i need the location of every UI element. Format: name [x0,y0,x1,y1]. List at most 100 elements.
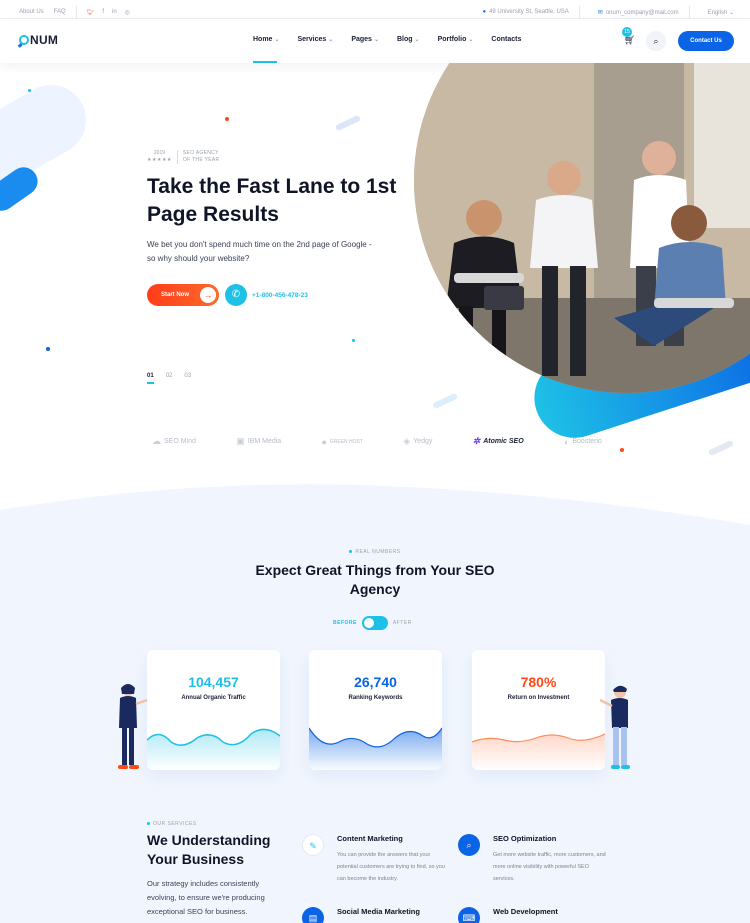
start-now-label: Start Now [161,292,190,298]
contact-us-button[interactable]: Contact Us [678,31,734,51]
client-logo: ▣ IBM Media [236,436,281,447]
instagram-icon[interactable]: ◎ [125,9,130,16]
decor-dot [46,347,50,351]
phone-icon[interactable]: ✆ [225,284,247,306]
address-text: 49 University St, Seattle, USA [489,9,569,15]
hero-photo-frame [414,63,750,403]
nav-label: Home [253,36,273,43]
decor-streak [707,439,735,457]
content-marketing-icon: ✎ [302,834,324,856]
cart-button[interactable]: 🛒︎ 15 [622,27,642,49]
email-item[interactable]: ✉ onum_company@mail.com [598,9,679,16]
cloud-logo-icon: ☁ [152,436,161,446]
divider [176,150,178,164]
search-button[interactable]: ⌕ [646,31,666,51]
client-logo-name: SEO Mind [164,438,196,445]
nav-label: Blog [396,36,413,43]
search-icon: ⌕ [653,36,659,46]
chevron-down-icon: ⌄ [328,37,334,43]
stat-value: 780% [520,674,557,690]
main-nav: Home ⌄ Services ⌄ Pages ⌄ Blog ⌄ Portfolio ⌄ … [253,36,539,63]
hero-title: Take the Fast Lane to 1st Page Results [147,175,397,226]
nav-item-pages[interactable]: Pages ⌄ [351,36,379,43]
client-logo: ● GREEN HOST [321,436,363,447]
services-eyebrow: OUR SERVICES [147,821,197,827]
atom-logo-icon: ✲ [472,436,481,446]
service-item-seo-optimization[interactable]: ⌕ SEO Optimization Get more website traf… [458,834,608,889]
language-select[interactable]: English ⌄ [708,9,734,16]
logo-text: NUM [30,33,59,47]
square-logo-icon: ▣ [236,436,245,446]
decor-streak [334,114,362,132]
top-link-faq[interactable]: FAQ [54,9,66,15]
start-now-button[interactable]: Start Now → [147,284,219,306]
team-photo-illustration [414,63,750,393]
service-description: You can provide the answers that your po… [337,852,445,882]
decor-dot [28,89,31,92]
stat-card-traffic: 104,457 Annual Organic Traffic [147,650,280,770]
nav-item-home[interactable]: Home ⌄ [253,36,280,63]
stat-label: Ranking Keywords [348,695,403,701]
nav-label: Portfolio [437,36,467,43]
hero-slider-pagination: 01 02 03 [147,373,191,384]
cart-count-badge: 15 [622,27,632,37]
client-logo-name: Yedgy [413,438,433,445]
toggle-after-label: AFTER [392,620,412,626]
twitter-icon[interactable]: 🐦︎ [87,9,95,16]
arrow-right-icon: → [200,287,216,303]
client-logo-name: Atomic SEO [483,438,524,445]
nav-label: Pages [351,36,372,43]
divider [75,6,77,18]
client-logo-name: GREEN HOST [329,438,363,445]
logo-o-icon [19,35,29,45]
chevron-down-icon: ⌄ [414,37,420,43]
slide-indicator[interactable]: 02 [166,373,173,384]
nav-item-contacts[interactable]: Contacts [491,36,521,43]
service-item-web-development[interactable]: ⌨ Web Development [458,907,608,923]
decor-dot [352,339,355,342]
facebook-icon[interactable]: f [102,9,104,16]
slide-indicator[interactable]: 03 [184,373,191,384]
stats-title: Expect Great Things from Your SEO Agency [255,562,495,597]
web-development-icon: ⌨ [458,907,480,923]
seo-magnifier-icon: ⌕ [458,834,480,856]
client-logos-row: ☁ SEO Mind ▣ IBM Media ● GREEN HOST ◈ Yedgy … [152,436,602,447]
diamond-logo-icon: ◈ [403,436,411,446]
toggle-before-label: BEFORE [333,620,357,626]
award-line-1: SEO AGENCY [182,150,219,156]
stat-value: 104,457 [188,674,239,690]
decor-dot [620,448,624,452]
divider [578,6,580,18]
bullet-dot [349,550,353,554]
site-logo[interactable]: NUM [19,33,58,47]
man-illustration [599,685,630,769]
nav-item-services[interactable]: Services ⌄ [297,36,333,43]
language-label: English [707,9,728,16]
decor-dot [225,117,229,121]
nav-item-portfolio[interactable]: Portfolio ⌄ [438,36,474,43]
service-item-content-marketing[interactable]: ✎ Content Marketing You can provide the … [302,834,452,889]
stat-card-roi: 780% Return on Investment [472,650,605,770]
stat-card-keywords: 26,740 Ranking Keywords [309,650,442,770]
main-header: NUM Home ⌄ Services ⌄ Pages ⌄ Blog ⌄ Portfol… [0,19,750,63]
top-link-about[interactable]: About Us [19,9,44,15]
stat-value: 26,740 [354,674,397,690]
service-name: Web Development [493,907,558,916]
blob-logo-icon: ● [321,436,327,447]
social-media-icon: ▤ [302,907,324,923]
slide-indicator[interactable]: 01 [147,373,154,384]
service-item-social-media[interactable]: ▤ Social Media Marketing [302,907,452,923]
stats-eyebrow-text: REAL NUMBERS [355,549,401,555]
chevron-down-icon: ⌄ [728,9,734,16]
chevron-down-icon: ⌄ [274,37,280,43]
address-item: ● 49 University St, Seattle, USA [482,9,568,15]
before-after-switch[interactable] [361,616,388,630]
client-logo: ◐ Boosterio [564,436,602,447]
client-logo-name: Boosterio [572,438,602,445]
services-description: Our strategy includes consistently evolv… [147,879,265,916]
nav-item-blog[interactable]: Blog ⌄ [397,36,420,43]
linkedin-icon[interactable]: in [112,9,117,16]
phone-number-link[interactable]: +1-800-456-478-23 [252,292,308,299]
services-eyebrow-text: OUR SERVICES [153,821,197,827]
circle-logo-icon: ◐ [563,436,570,447]
